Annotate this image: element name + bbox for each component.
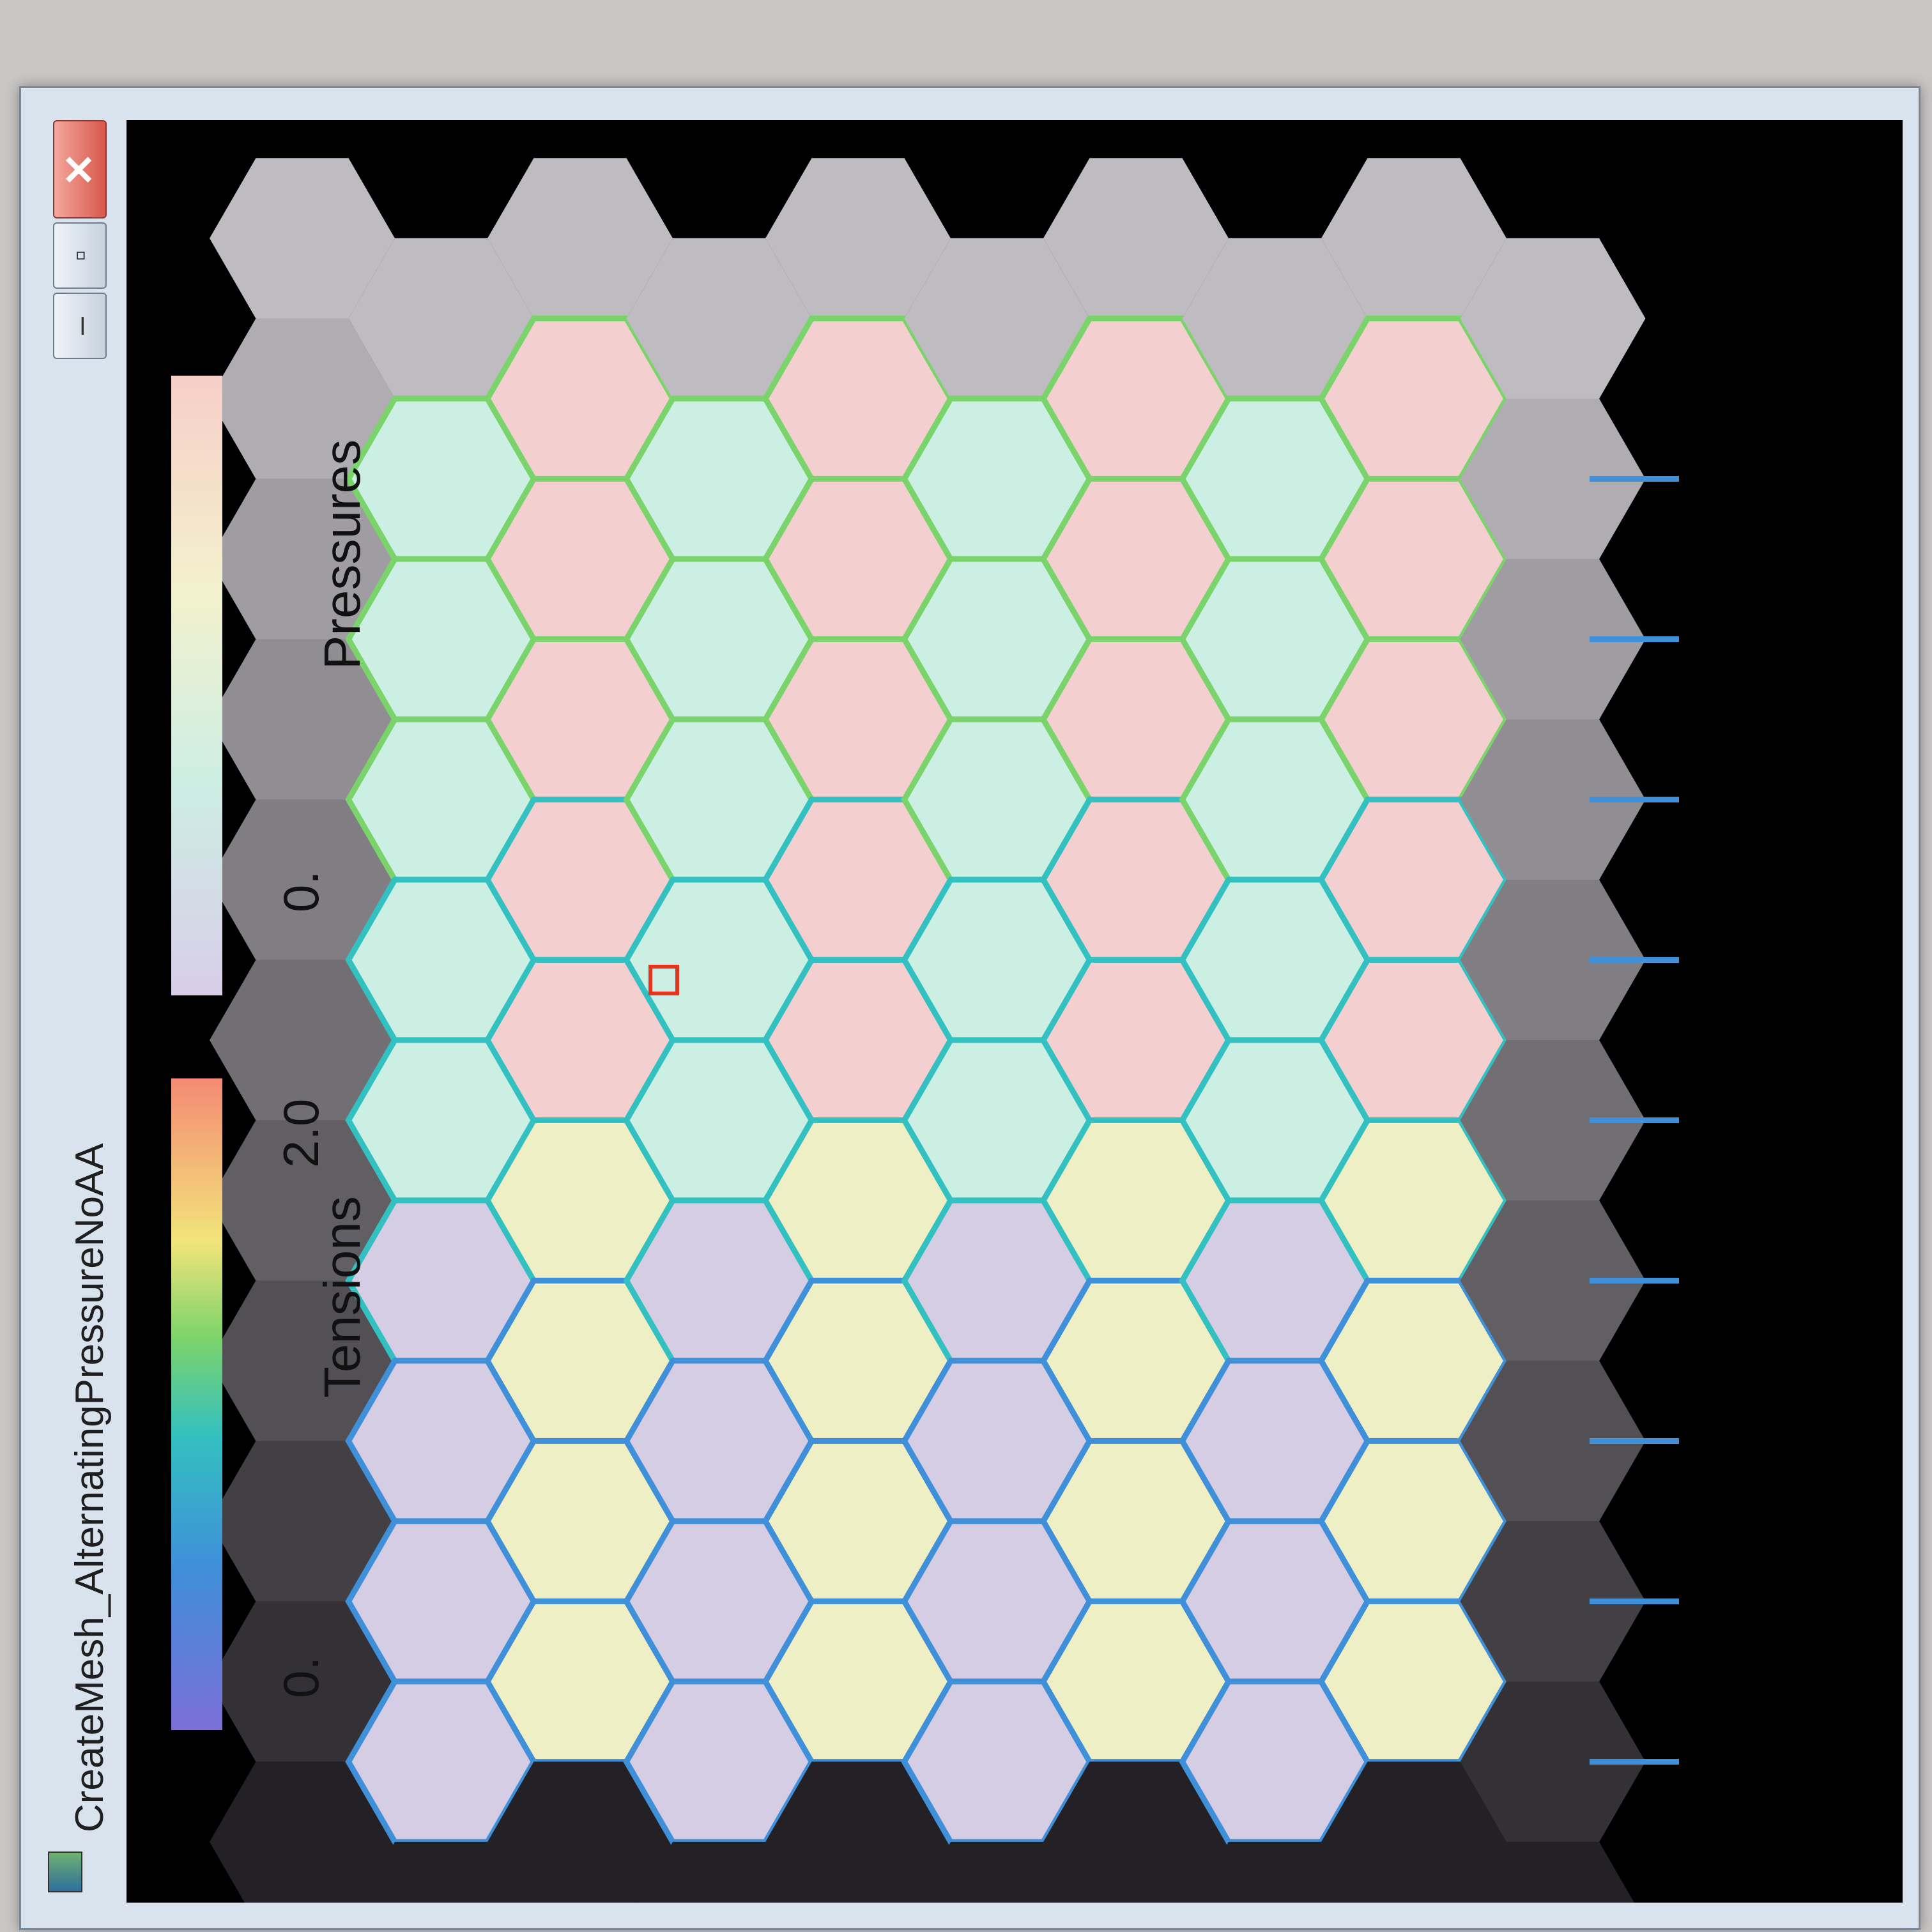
tension-min-label: 0. (273, 1657, 329, 1698)
tension-max-label: 2.0 (273, 1099, 329, 1168)
minimize-button[interactable]: – (53, 293, 107, 359)
mesh-canvas[interactable]: Tensions Pressures 0. 2.0 0. (126, 120, 1903, 1903)
minimize-icon: – (62, 317, 98, 335)
maximize-icon: ▫ (61, 250, 98, 261)
mesh-svg: Tensions Pressures 0. 2.0 0. (171, 158, 1679, 1903)
maximize-button[interactable]: ▫ (53, 222, 107, 289)
pressure-colorbar (171, 376, 222, 995)
tensions-label: Tensions (314, 1196, 371, 1398)
pressure-min-label: 0. (273, 871, 329, 912)
window-title: CreateMesh_AlternatingPressureNoAA (68, 1143, 112, 1832)
app-window: Tensions Pressures 0. 2.0 0. ✕ ▫ – CreateMes… (19, 86, 1920, 1930)
app-icon (48, 1851, 82, 1892)
tension-colorbar (171, 1078, 222, 1730)
pressures-label: Pressures (314, 440, 371, 670)
mesh-cells (210, 158, 1646, 1903)
close-icon: ✕ (56, 152, 103, 187)
close-button[interactable]: ✕ (53, 120, 107, 218)
